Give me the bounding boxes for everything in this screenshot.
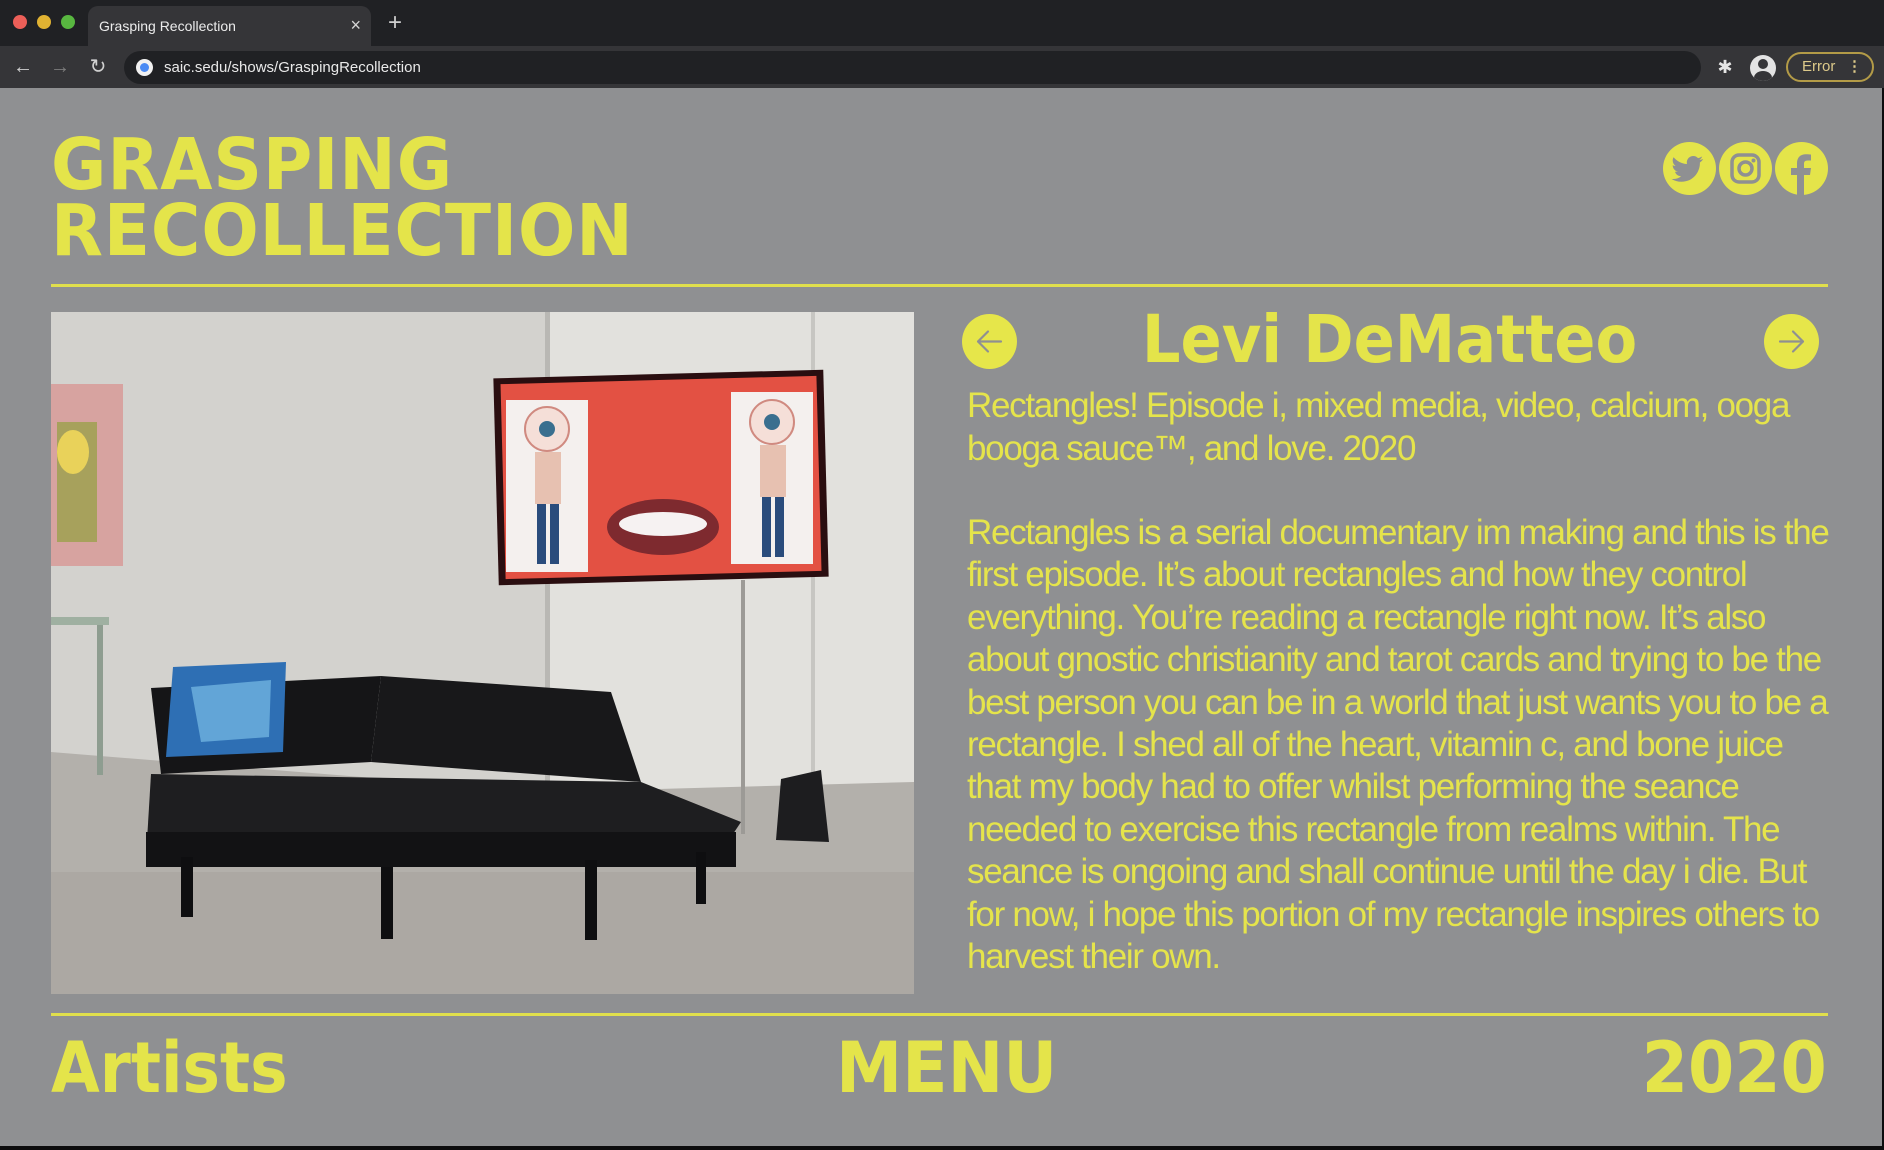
site-info-icon[interactable] (136, 59, 153, 76)
new-tab-button[interactable]: + (388, 10, 402, 36)
address-bar[interactable]: saic.sedu/shows/GraspingRecollection (124, 51, 1701, 84)
forward-button[interactable]: → (48, 55, 72, 79)
minimize-window-button[interactable] (37, 15, 51, 29)
tab-close-icon[interactable]: × (350, 14, 361, 36)
instagram-icon[interactable] (1719, 142, 1772, 195)
social-links (1663, 142, 1828, 196)
work-description: Rectangles is a serial documentary im ma… (967, 513, 1830, 977)
profile-avatar[interactable] (1750, 55, 1776, 81)
url-text[interactable]: saic.sedu/shows/GraspingRecollection (164, 59, 421, 76)
browser-toolbar: ← → ↻ saic.sedu/shows/GraspingRecollecti… (0, 46, 1884, 88)
twitter-icon[interactable] (1663, 142, 1716, 195)
tab-title: Grasping Recollection (99, 18, 236, 34)
year-link[interactable]: 2020 (1642, 1028, 1827, 1108)
error-label: Error (1802, 58, 1836, 75)
next-artist-button[interactable] (1764, 314, 1819, 369)
reload-button[interactable]: ↻ (86, 55, 110, 79)
puzzle-icon[interactable]: ✱ (1714, 56, 1736, 78)
browser-tab-bar: Grasping Recollection × + (0, 0, 1884, 46)
site-title[interactable]: GRASPING RECOLLECTION (51, 129, 634, 266)
previous-artist-button[interactable] (962, 314, 1017, 369)
header-divider (51, 284, 1828, 287)
arrow-left-icon (976, 330, 1003, 353)
error-menu-button[interactable]: Error ⋮ (1786, 52, 1874, 82)
page-content: GRASPING RECOLLECTION Levi DeMatteo Rect… (0, 88, 1882, 1146)
close-window-button[interactable] (13, 15, 27, 29)
arrow-right-icon (1778, 330, 1805, 353)
menu-button[interactable]: MENU (836, 1028, 1057, 1108)
facebook-icon[interactable] (1775, 142, 1828, 195)
kebab-menu-icon: ⋮ (1847, 58, 1862, 75)
back-button[interactable]: ← (11, 55, 35, 79)
footer-divider (51, 1013, 1828, 1016)
artists-link[interactable]: Artists (51, 1028, 288, 1108)
browser-tab[interactable]: Grasping Recollection × (88, 6, 371, 46)
work-info: Rectangles! Episode i, mixed media, vide… (967, 386, 1790, 468)
maximize-window-button[interactable] (61, 15, 75, 29)
artwork-photo[interactable] (51, 312, 914, 994)
artist-name: Levi DeMatteo (1141, 301, 1638, 378)
